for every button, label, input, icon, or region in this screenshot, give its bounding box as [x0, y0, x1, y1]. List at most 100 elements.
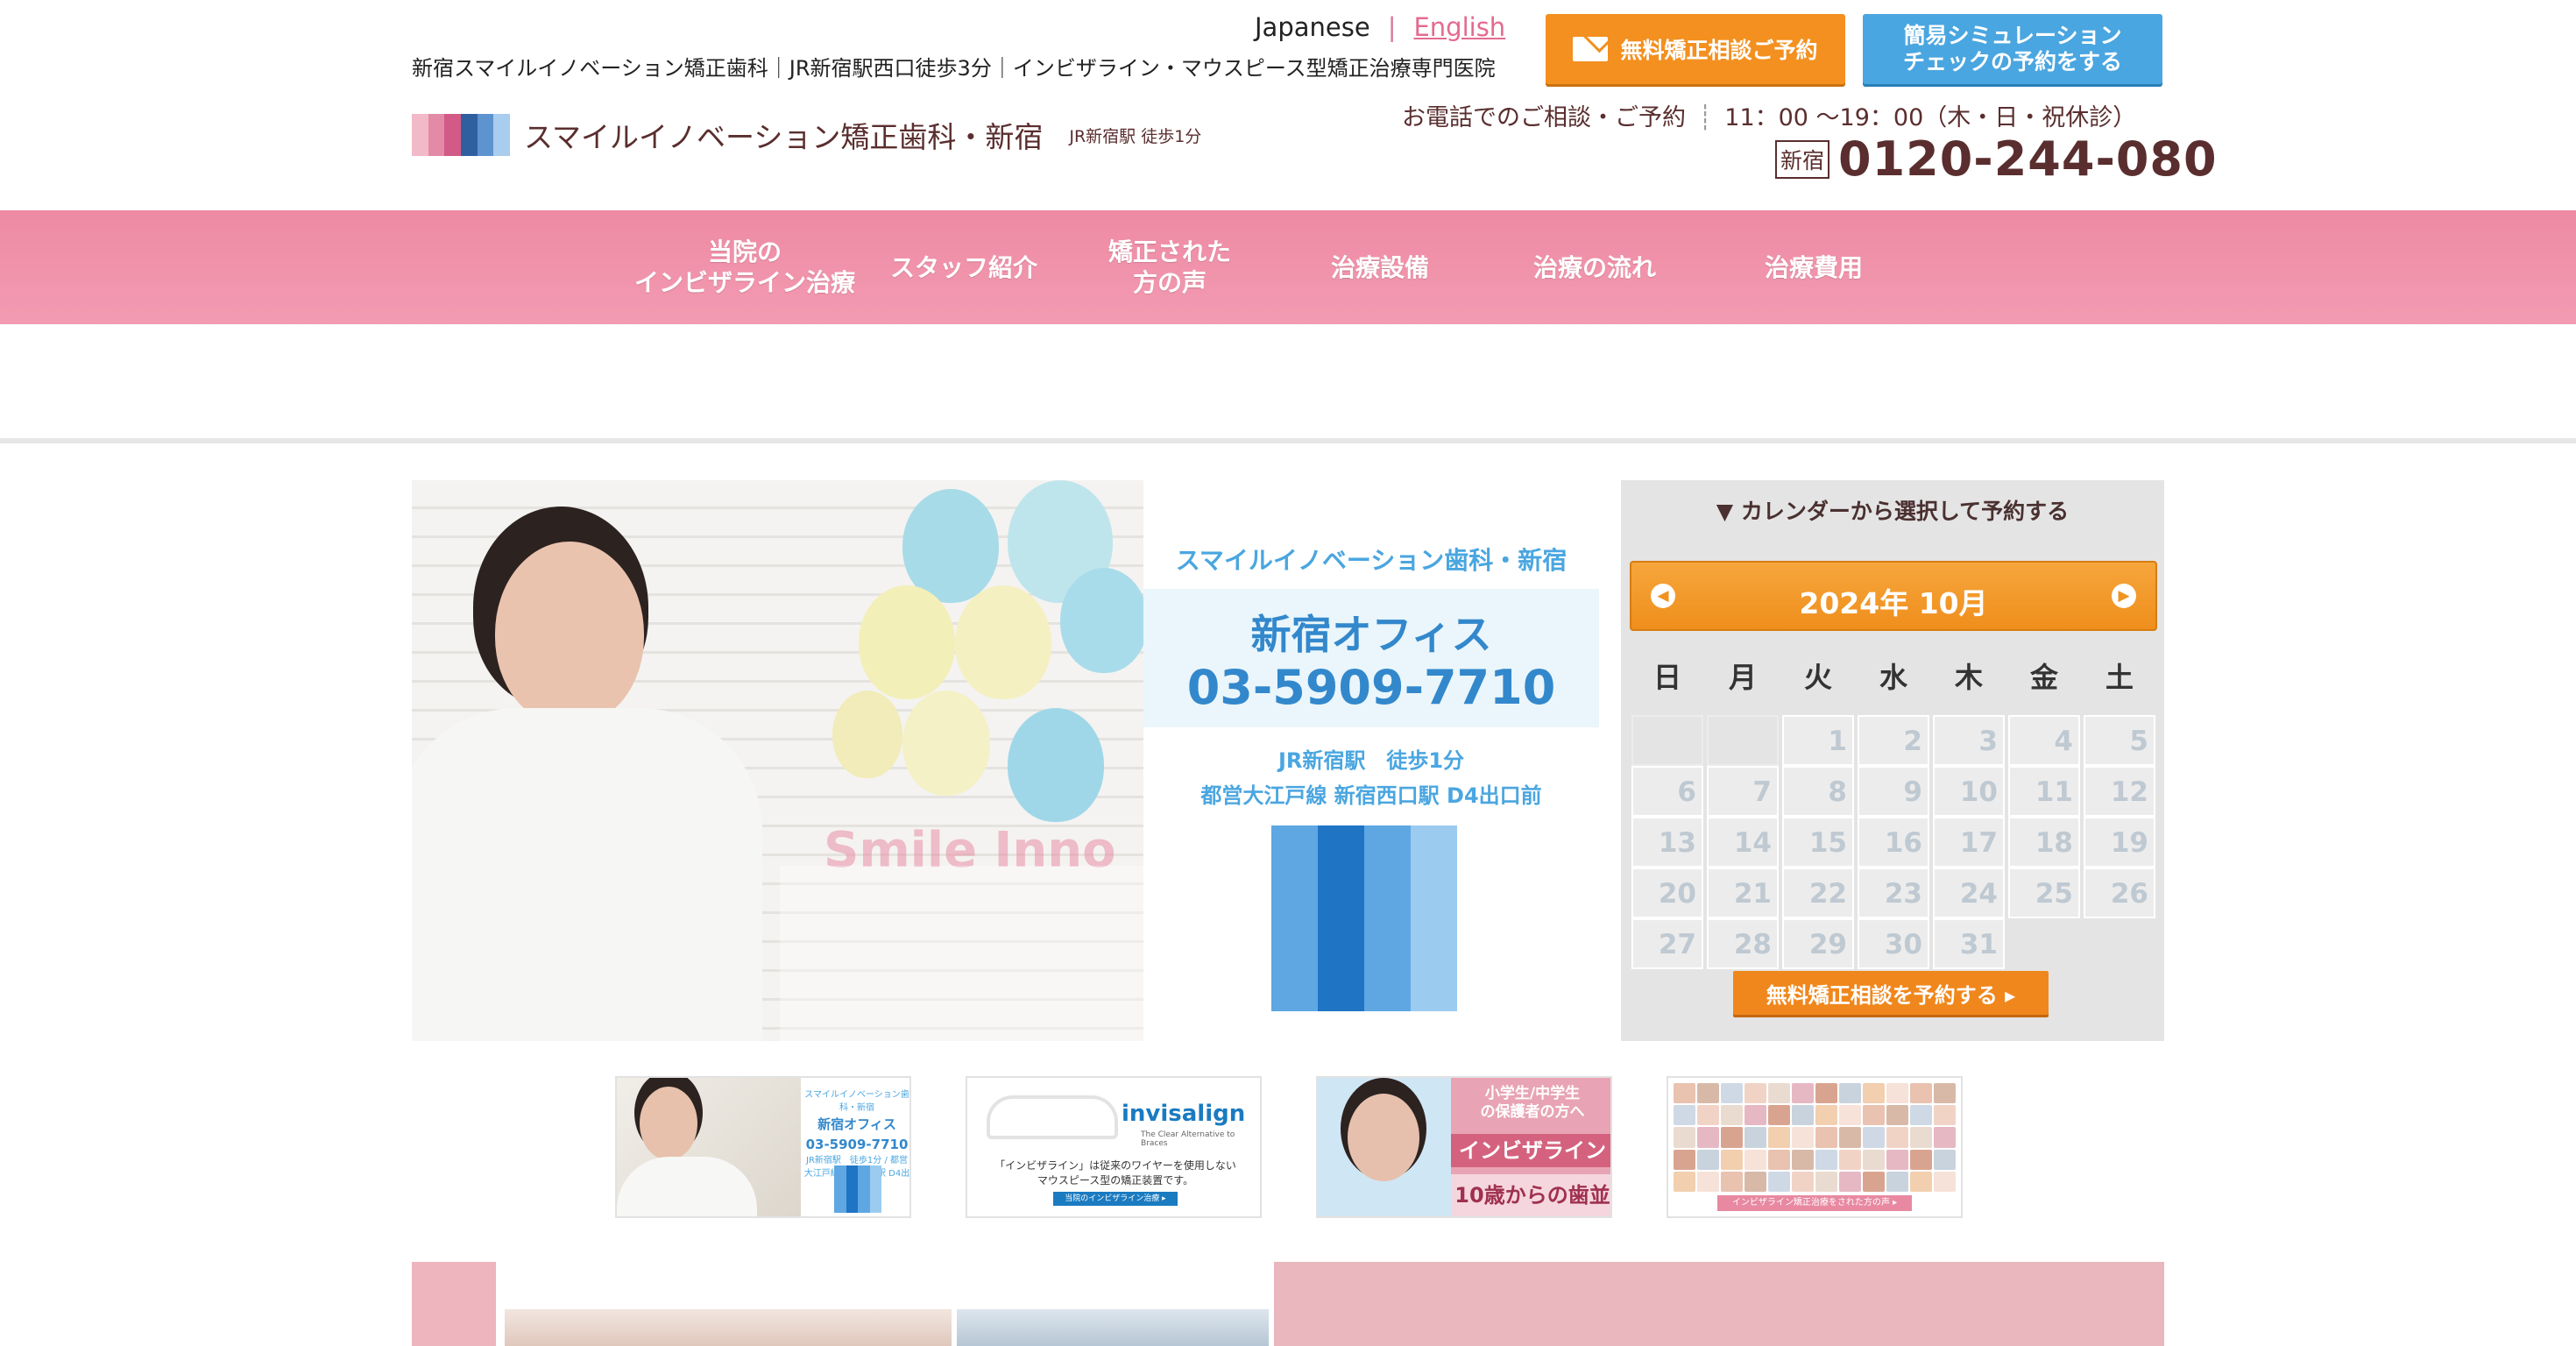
mosaic-photo	[1792, 1171, 1814, 1192]
phone-number-block[interactable]: 新宿 0120-244-080	[1775, 131, 2218, 187]
thumb-face	[640, 1087, 697, 1160]
calendar-day[interactable]: 4	[2008, 715, 2080, 766]
office-access-oedo: 都営大江戸線 新宿西口駅 D4出口前	[1200, 783, 1542, 808]
calendar-day[interactable]: 19	[2084, 817, 2155, 868]
mosaic-photo	[1839, 1127, 1861, 1148]
calendar-day[interactable]: 28	[1707, 918, 1779, 969]
calendar-day[interactable]: 3	[1933, 715, 2005, 766]
weekday-label: 金	[2029, 661, 2058, 694]
bottom-pink-panel	[1274, 1262, 2164, 1346]
phone-hours: 11：00 〜19：00（木・日・祝休診）	[1724, 104, 2137, 131]
calendar-day[interactable]: 2	[1858, 715, 1929, 766]
calendar-day[interactable]: 11	[2008, 766, 2080, 817]
calendar-blank-cell	[1631, 715, 1703, 766]
voices-link[interactable]: インビザライン矯正治療をされた方の声 ▸	[1717, 1195, 1912, 1211]
mark-stripe	[846, 1165, 858, 1213]
calendar-day[interactable]: 29	[1782, 918, 1854, 969]
office-phone[interactable]: 03-5909-7710	[1143, 660, 1599, 715]
mosaic-photo	[1910, 1171, 1932, 1192]
next-month-icon[interactable]: ▶	[2112, 584, 2136, 608]
calendar-day[interactable]: 7	[1707, 766, 1779, 817]
calendar-day[interactable]: 12	[2084, 766, 2155, 817]
calendar-day[interactable]: 14	[1707, 817, 1779, 868]
thumb-office-clinic: スマイルイノベーション歯科・新宿	[804, 1090, 909, 1113]
calendar-day[interactable]: 5	[2084, 715, 2155, 766]
calendar-day[interactable]: 16	[1858, 817, 1929, 868]
lang-separator: |	[1387, 12, 1397, 42]
mosaic-photo	[1744, 1083, 1766, 1104]
calendar-day[interactable]: 1	[1782, 715, 1854, 766]
calendar-day[interactable]: 10	[1933, 766, 2005, 817]
free-consult-label: 無料矯正相談ご予約	[1620, 38, 1818, 63]
calendar-day[interactable]: 17	[1933, 817, 2005, 868]
calendar-day[interactable]: 21	[1707, 868, 1779, 918]
invisalign-desc: 「インビザライン」は従来のワイヤーを使用しない マウスピース型の矯正装置です。	[994, 1159, 1236, 1187]
calendar-day[interactable]: 6	[1631, 766, 1703, 817]
thumb-invisalign-banner[interactable]: invisalign The Clear Alternative to Brac…	[966, 1076, 1262, 1218]
logo-sub: JR新宿駅 徒歩1分	[1069, 126, 1202, 146]
thumb-voices-banner[interactable]: インビザライン矯正治療をされた方の声 ▸	[1667, 1076, 1963, 1218]
nav-items: 当院の インビザライン治療 スタッフ紹介 矯正された 方の声 治療設備 治療の流れ 治療費…	[622, 210, 1919, 324]
mosaic-photo	[1815, 1171, 1837, 1192]
free-consult-button[interactable]: 無料矯正相談ご予約	[1546, 14, 1845, 84]
mosaic-photo	[1934, 1083, 1956, 1104]
section-divider	[0, 438, 2576, 443]
calendar-day[interactable]: 27	[1631, 918, 1703, 969]
mosaic-photo	[1721, 1149, 1743, 1170]
calendar-day[interactable]: 9	[1858, 766, 1929, 817]
site-logo[interactable]: スマイルイノベーション矯正歯科・新宿 JR新宿駅 徒歩1分	[412, 114, 1201, 156]
lang-japanese-link[interactable]: Japanese	[1255, 12, 1370, 42]
mark-stripe	[858, 1165, 870, 1213]
calendar-day[interactable]: 18	[2008, 817, 2080, 868]
invisalign-link[interactable]: 当院のインビザライン治療 ▸	[1053, 1192, 1178, 1206]
calendar-day[interactable]: 23	[1858, 868, 1929, 918]
calendar-day[interactable]: 15	[1782, 817, 1854, 868]
balloon-decoration	[902, 691, 990, 796]
phone-number[interactable]: 0120-244-080	[1838, 131, 2218, 187]
mosaic-photo	[1910, 1149, 1932, 1170]
book-consult-button[interactable]: 無料矯正相談を予約する ▸	[1733, 971, 2049, 1015]
logo-stripe	[444, 114, 462, 156]
calendar-day[interactable]: 8	[1782, 766, 1854, 817]
mosaic-photo	[1721, 1127, 1743, 1148]
mark-stripe	[1318, 825, 1364, 1011]
kids-line3: 10歳からの歯並び	[1451, 1174, 1610, 1216]
phone-divider: ┊	[1698, 104, 1713, 131]
nav-item[interactable]: 当院の インビザライン治療	[622, 237, 867, 298]
invisalign-tagline: The Clear Alternative to Braces	[1141, 1130, 1235, 1148]
nav-item[interactable]: スタッフ紹介	[867, 252, 1060, 283]
kids-line2: インビザライン	[1451, 1134, 1610, 1167]
mosaic-photo	[1839, 1149, 1861, 1170]
logo-stripe	[428, 114, 445, 156]
main-nav: 当院の インビザライン治療 スタッフ紹介 矯正された 方の声 治療設備 治療の流れ 治療費…	[0, 210, 2576, 324]
balloon-decoration	[859, 585, 955, 699]
calendar-day[interactable]: 20	[1631, 868, 1703, 918]
phone-area-badge: 新宿	[1775, 139, 1830, 179]
logo-stripe	[412, 114, 428, 156]
thumb-kids-banner[interactable]: 小学生/中学生 の保護者の方へ インビザライン 10歳からの歯並び	[1316, 1076, 1612, 1218]
nav-item[interactable]: 治療設備	[1279, 252, 1481, 283]
weekday-label: 水	[1879, 661, 1907, 694]
nav-item[interactable]: 治療の流れ	[1481, 252, 1709, 283]
calendar-day[interactable]: 24	[1933, 868, 2005, 918]
mosaic-photo	[1934, 1127, 1956, 1148]
weekday-label: 木	[1954, 661, 1983, 694]
mosaic-photo	[1721, 1171, 1743, 1192]
nav-item[interactable]: 治療費用	[1709, 252, 1919, 283]
mosaic-photo	[1886, 1083, 1908, 1104]
calendar-day[interactable]: 22	[1782, 868, 1854, 918]
mark-stripe	[834, 1165, 846, 1213]
nav-item[interactable]: 矯正された 方の声	[1060, 237, 1279, 298]
calendar-day[interactable]: 25	[2008, 868, 2080, 918]
mark-stripe	[869, 1165, 881, 1213]
thumb-office-banner[interactable]: スマイルイノベーション歯科・新宿 新宿オフィス 03-5909-7710 JR新…	[615, 1076, 911, 1218]
calendar-day[interactable]: 13	[1631, 817, 1703, 868]
weekday-label: 火	[1803, 661, 1832, 694]
calendar-heading: ▼ カレンダーから選択して予約する	[1716, 499, 2070, 524]
calendar-day[interactable]: 26	[2084, 868, 2155, 918]
calendar-day[interactable]: 31	[1933, 918, 2005, 969]
lang-english-link[interactable]: English	[1413, 12, 1505, 42]
voices-photo-mosaic	[1674, 1083, 1956, 1192]
simulation-button[interactable]: 簡易シミュレーション チェックの予約をする	[1863, 14, 2162, 84]
calendar-day[interactable]: 30	[1858, 918, 1929, 969]
